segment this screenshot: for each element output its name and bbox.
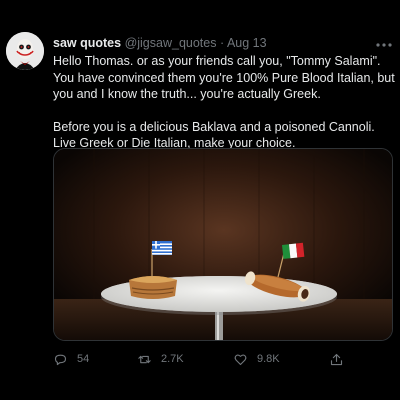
handle[interactable]: @jigsaw_quotes [125, 36, 217, 50]
reply-icon [54, 354, 67, 365]
jigsaw-puppet-icon [6, 32, 44, 70]
tweet-date[interactable]: Aug 13 [227, 36, 267, 50]
tweet-actions: 54 2.7K 9.8K [53, 350, 393, 368]
like-count: 9.8K [257, 353, 280, 365]
separator: · [219, 36, 225, 50]
tweet-paragraph-1: Hello Thomas. or as your friends call yo… [53, 54, 395, 101]
retweet-count: 2.7K [161, 353, 184, 365]
reply-count: 54 [77, 353, 90, 365]
tweet-paragraph-2: Before you is a delicious Baklava and a … [53, 119, 375, 151]
more-icon[interactable] [376, 34, 392, 50]
tweet-media[interactable] [53, 148, 393, 341]
tweet: saw quotes @jigsaw_quotes · Aug 13 Hello… [0, 0, 400, 400]
share-icon [330, 353, 343, 365]
baklava-cannoli-image [54, 149, 392, 340]
retweet-icon [138, 355, 151, 363]
reply-button[interactable]: 54 [53, 350, 89, 368]
tweet-header: saw quotes @jigsaw_quotes · Aug 13 [53, 36, 390, 51]
like-button[interactable]: 9.8K [233, 350, 280, 368]
display-name[interactable]: saw quotes [53, 36, 121, 50]
avatar[interactable] [6, 32, 44, 70]
like-icon [234, 354, 247, 365]
retweet-button[interactable]: 2.7K [137, 350, 184, 368]
share-button[interactable] [329, 350, 344, 368]
